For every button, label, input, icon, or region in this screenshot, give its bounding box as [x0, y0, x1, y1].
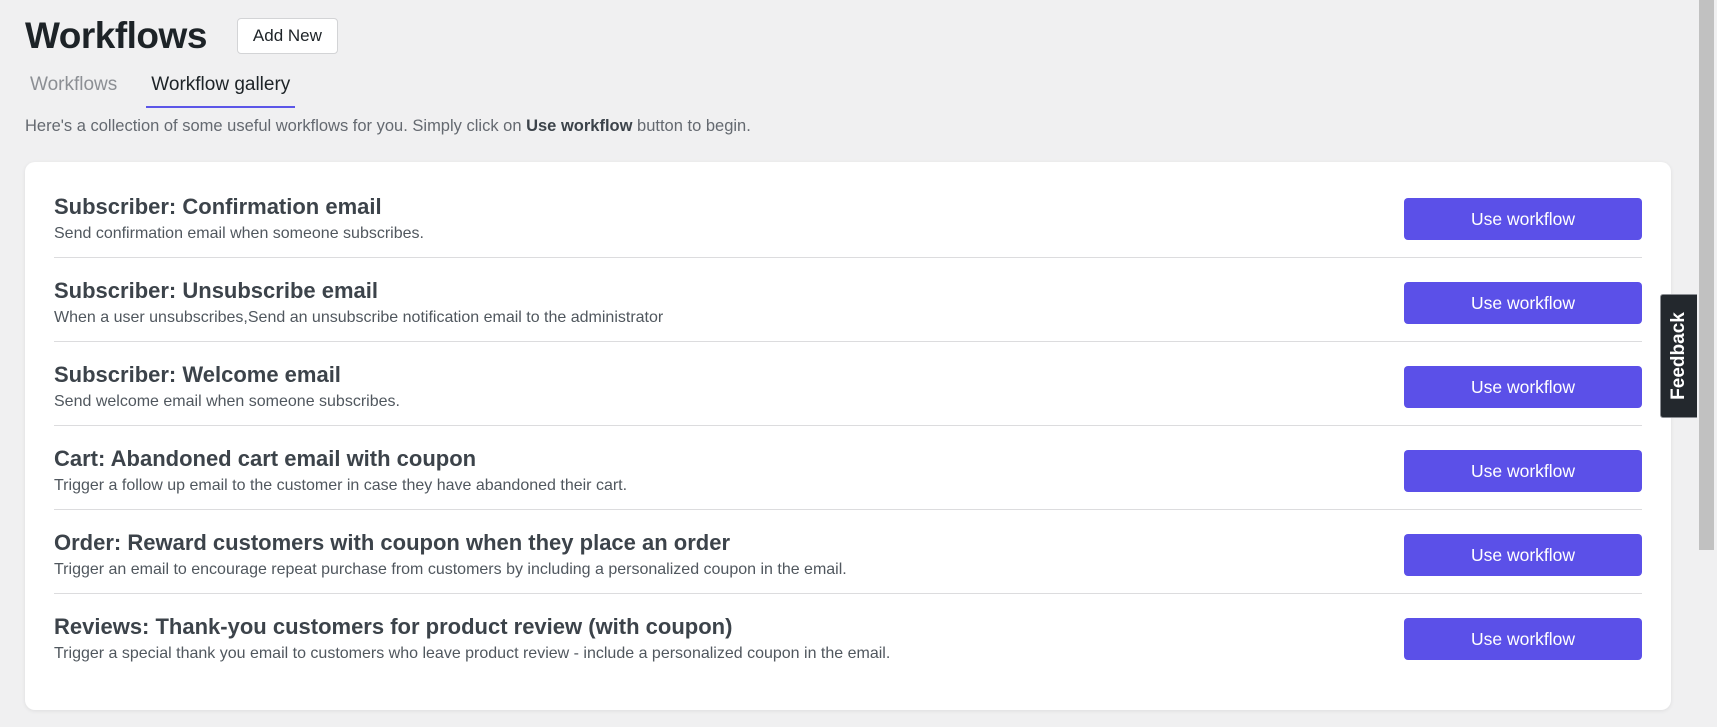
feedback-tab[interactable]: Feedback [1660, 294, 1698, 418]
page-header: Workflows Add New [25, 14, 338, 58]
use-workflow-button[interactable]: Use workflow [1404, 198, 1642, 240]
feedback-label: Feedback [1668, 312, 1689, 400]
workflow-description: Trigger a follow up email to the custome… [54, 477, 628, 494]
vertical-scrollbar[interactable] [1697, 0, 1717, 727]
use-workflow-button[interactable]: Use workflow [1404, 366, 1642, 408]
workflow-item: Subscriber: Welcome email Send welcome e… [54, 342, 1642, 426]
scrollbar-thumb[interactable] [1699, 0, 1714, 550]
page-title: Workflows [25, 15, 207, 56]
workflow-item: Subscriber: Unsubscribe email When a use… [54, 258, 1642, 342]
workflows-page: Workflows Add New Workflows Workflow gal… [0, 0, 1717, 727]
workflow-list: Subscriber: Confirmation email Send conf… [54, 174, 1642, 678]
workflow-title: Order: Reward customers with coupon when… [54, 530, 731, 555]
workflow-description: Trigger a special thank you email to cus… [54, 645, 891, 662]
add-new-button[interactable]: Add New [236, 18, 338, 54]
intro-text: Here's a collection of some useful workf… [25, 117, 751, 136]
workflow-description: Trigger an email to encourage repeat pur… [54, 561, 847, 578]
intro-prefix: Here's a collection of some useful workf… [25, 117, 527, 135]
use-workflow-button[interactable]: Use workflow [1404, 618, 1642, 660]
tab-bar: Workflows Workflow gallery [25, 64, 319, 108]
use-workflow-button[interactable]: Use workflow [1404, 534, 1642, 576]
workflow-item: Cart: Abandoned cart email with coupon T… [54, 426, 1642, 510]
tab-workflows[interactable]: Workflows [25, 64, 122, 108]
intro-suffix: button to begin. [632, 117, 751, 135]
intro-emphasis: Use workflow [526, 117, 633, 135]
workflow-title: Subscriber: Welcome email [54, 362, 341, 387]
workflow-title: Subscriber: Unsubscribe email [54, 278, 378, 303]
use-workflow-button[interactable]: Use workflow [1404, 450, 1642, 492]
workflow-description: When a user unsubscribes,Send an unsubsc… [54, 309, 664, 326]
workflow-title: Reviews: Thank-you customers for product… [54, 614, 733, 639]
workflow-gallery-card: Subscriber: Confirmation email Send conf… [25, 162, 1671, 710]
tab-workflow-gallery[interactable]: Workflow gallery [146, 64, 296, 108]
use-workflow-button[interactable]: Use workflow [1404, 282, 1642, 324]
workflow-item: Subscriber: Confirmation email Send conf… [54, 174, 1642, 258]
workflow-description: Send confirmation email when someone sub… [54, 225, 424, 242]
workflow-title: Subscriber: Confirmation email [54, 194, 382, 219]
workflow-title: Cart: Abandoned cart email with coupon [54, 446, 477, 471]
workflow-item: Reviews: Thank-you customers for product… [54, 594, 1642, 678]
workflow-item: Order: Reward customers with coupon when… [54, 510, 1642, 594]
workflow-description: Send welcome email when someone subscrib… [54, 393, 400, 410]
